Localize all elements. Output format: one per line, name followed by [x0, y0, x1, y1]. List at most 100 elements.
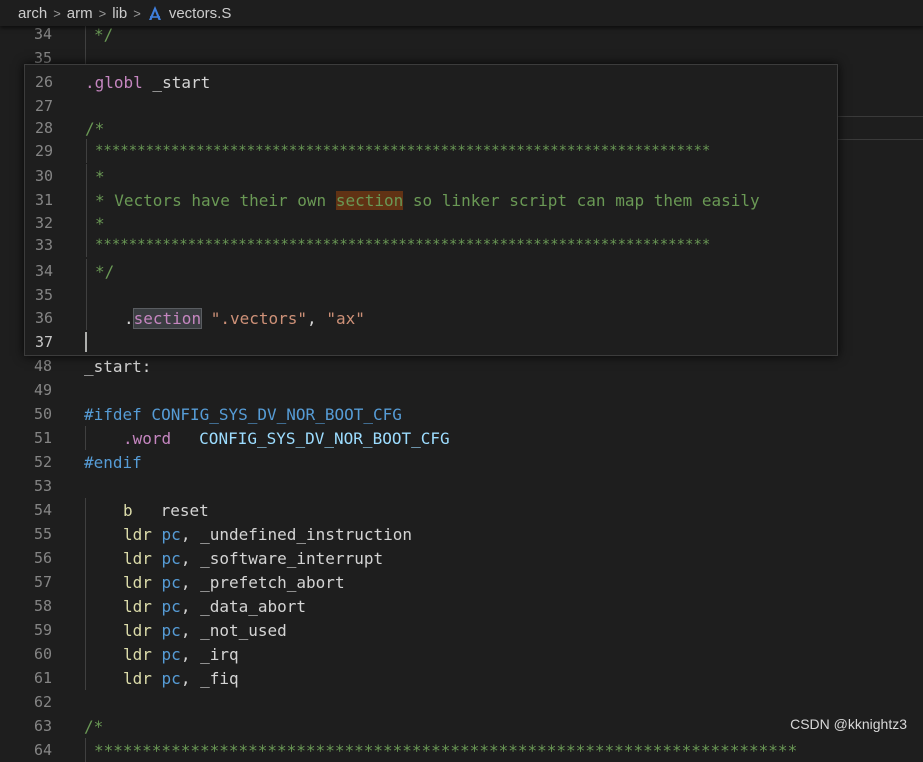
register: pc	[161, 596, 181, 616]
indent-guide	[85, 618, 86, 642]
line-number: 36	[34, 309, 53, 327]
line-number: 31	[34, 191, 53, 209]
code-line: 53	[0, 474, 923, 498]
line-number: 51	[33, 429, 52, 447]
comment: *	[95, 213, 105, 233]
line-number: 29	[34, 142, 53, 160]
comment: /*	[84, 716, 104, 736]
line-number: 35	[34, 286, 53, 304]
indent-guide	[86, 306, 87, 330]
peek-line: 36 .section ".vectors", "ax"	[25, 306, 837, 330]
peek-line: 27	[25, 94, 837, 118]
instruction: ldr	[123, 644, 152, 664]
peek-line-current: 37	[25, 330, 837, 354]
peek-line: 26 .globl _start	[25, 70, 837, 94]
comment: ****************************************…	[94, 740, 798, 760]
line-number: 57	[33, 573, 52, 591]
branch-target: _undefined_instruction	[200, 524, 412, 544]
peek-line: 32 *	[25, 211, 837, 235]
line-number: 61	[33, 669, 52, 687]
breadcrumb-item-lib[interactable]: lib	[112, 5, 127, 22]
line-number: 62	[33, 693, 52, 711]
peek-line: 29 *************************************…	[25, 139, 837, 163]
instruction: ldr	[123, 668, 152, 688]
preprocessor-directive: #ifdef	[84, 404, 142, 424]
macro-name: CONFIG_SYS_DV_NOR_BOOT_CFG	[199, 428, 450, 448]
string-literal: ".vectors"	[210, 308, 308, 328]
line-number: 56	[33, 549, 52, 567]
line-number: 55	[33, 525, 52, 543]
code-line: 56 ldr pc, _software_interrupt	[0, 546, 923, 570]
breadcrumb-file[interactable]: vectors.S	[169, 5, 232, 22]
code-line: 54 b reset	[0, 498, 923, 522]
code-text: */	[94, 24, 114, 44]
preprocessor-directive: #endif	[84, 452, 142, 472]
code-line: 48 _start:	[0, 354, 923, 378]
register: pc	[161, 668, 181, 688]
instruction: ldr	[123, 620, 152, 640]
line-number: 28	[34, 119, 53, 137]
breadcrumb: arch > arm > lib > vectors.S	[0, 0, 923, 26]
indent-guide	[85, 522, 86, 546]
code-line: 52 #endif	[0, 450, 923, 474]
directive-dot: .	[124, 308, 134, 328]
line-number: 32	[34, 214, 53, 232]
branch-target: _not_used	[200, 620, 287, 640]
line-number: 33	[34, 236, 53, 254]
watermark: CSDN @kknightz3	[790, 716, 907, 732]
macro-name: CONFIG_SYS_DV_NOR_BOOT_CFG	[141, 404, 402, 424]
instruction: ldr	[123, 524, 152, 544]
instruction: ldr	[123, 572, 152, 592]
peek-definition-widget[interactable]: 26 .globl _start 27 28 /* 29 ***********…	[24, 64, 838, 356]
find-match-highlight: section	[335, 190, 404, 210]
peek-line: 34 */	[25, 259, 837, 283]
line-number: 50	[33, 405, 52, 423]
register: pc	[161, 644, 181, 664]
line-number: 30	[34, 167, 53, 185]
instruction: ldr	[123, 596, 152, 616]
peek-line: 30 *	[25, 164, 837, 188]
indent-guide	[86, 259, 87, 283]
indent-guide	[86, 164, 87, 188]
line-number: 64	[33, 741, 52, 759]
indent-guide	[85, 546, 86, 570]
code-line: 55 ldr pc, _undefined_instruction	[0, 522, 923, 546]
directive: .globl	[85, 72, 143, 92]
line-number: 54	[33, 501, 52, 519]
comment: */	[95, 261, 115, 281]
breadcrumb-item-arm[interactable]: arm	[67, 5, 93, 22]
line-number: 58	[33, 597, 52, 615]
line-number: 60	[33, 645, 52, 663]
branch-target: _prefetch_abort	[200, 572, 345, 592]
register: pc	[161, 524, 181, 544]
line-number: 49	[33, 381, 52, 399]
peek-line: 33 *************************************…	[25, 233, 837, 257]
indent-guide	[86, 211, 87, 235]
comment: ****************************************…	[95, 143, 711, 159]
assembly-file-icon	[148, 6, 161, 20]
indent-guide	[86, 283, 87, 307]
text-cursor	[85, 332, 87, 352]
branch-target: _software_interrupt	[200, 548, 384, 568]
code-line: 51 .word CONFIG_SYS_DV_NOR_BOOT_CFG	[0, 426, 923, 450]
branch-target: _irq	[200, 644, 239, 664]
comment: * Vectors have their own	[95, 190, 336, 210]
peek-line: 28 /*	[25, 116, 837, 140]
peek-line: 35	[25, 283, 837, 307]
code-line: 61 ldr pc, _fiq	[0, 666, 923, 690]
line-number: 37	[34, 333, 53, 351]
chevron-right-icon: >	[53, 5, 61, 21]
instruction: b	[123, 500, 133, 520]
selected-directive: section	[132, 307, 203, 329]
chevron-right-icon: >	[98, 5, 107, 21]
breadcrumb-item-arch[interactable]: arch	[18, 5, 47, 22]
line-number: 59	[33, 621, 52, 639]
comment: /*	[85, 118, 105, 138]
string-literal: "ax"	[326, 308, 365, 328]
line-number: 34	[34, 262, 53, 280]
code-line: 60 ldr pc, _irq	[0, 642, 923, 666]
indent-guide	[85, 642, 86, 666]
comment: *	[95, 166, 105, 186]
comment: ****************************************…	[95, 237, 711, 253]
code-line: 59 ldr pc, _not_used	[0, 618, 923, 642]
